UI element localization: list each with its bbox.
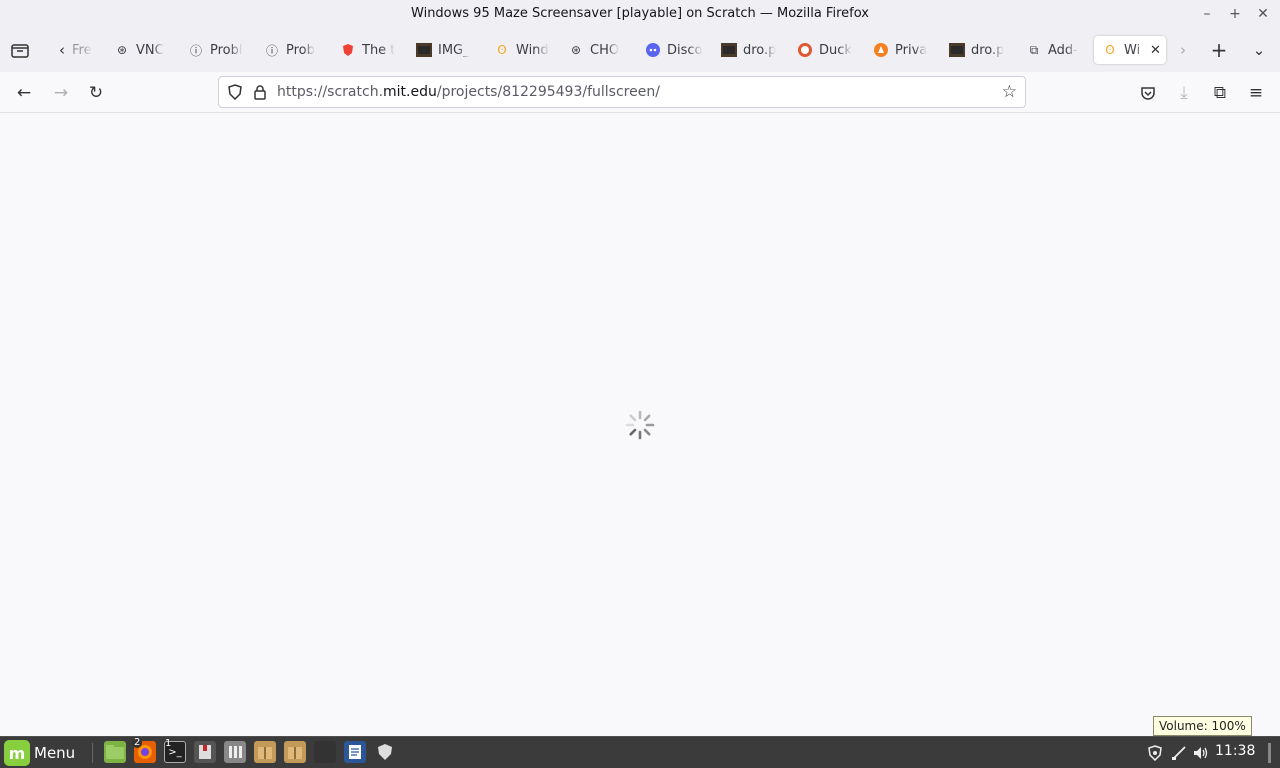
lock-icon[interactable] (253, 84, 267, 100)
tab-14-active[interactable]: ʘ Wi ✕ (1094, 36, 1166, 64)
blank-app-icon[interactable] (314, 741, 336, 763)
scratch-icon: ʘ (1105, 43, 1115, 57)
clock[interactable]: 11:38 (1215, 743, 1255, 759)
show-desktop-button[interactable] (1268, 743, 1271, 763)
image-icon (721, 42, 737, 58)
extensions-icon[interactable]: ⧉ (1209, 82, 1231, 104)
bookmark-star-icon[interactable]: ☆ (1002, 82, 1017, 102)
reload-icon[interactable]: ↻ (85, 82, 107, 104)
info-icon: ⓘ (265, 43, 278, 58)
downloads-icon[interactable]: ⤓ (1173, 82, 1195, 104)
tab-3[interactable]: ⓘ Prob (264, 36, 324, 64)
pocket-icon[interactable] (1137, 82, 1159, 104)
discord-icon (645, 42, 661, 58)
tab-label: dro.p (743, 42, 777, 58)
window-title: Windows 95 Maze Screensaver [playable] o… (411, 6, 869, 21)
document-viewer-icon[interactable] (344, 741, 366, 763)
privacy-icon (873, 42, 889, 58)
tab-label: Prob (286, 42, 315, 58)
firefox-icon[interactable]: 2 (132, 737, 156, 763)
tracking-protection-icon[interactable] (227, 84, 243, 100)
tab-5[interactable]: IMG_ (416, 36, 478, 64)
github-icon: ⊛ (116, 43, 128, 57)
loading-spinner-icon (625, 410, 655, 440)
tab-12[interactable]: dro.p (949, 36, 1009, 64)
tab-label: Wind (516, 42, 549, 58)
app-menu-icon[interactable]: ≡ (1245, 82, 1267, 104)
scratch-icon: ʘ (497, 43, 507, 57)
url-text: https://scratch.mit.edu/projects/8122954… (277, 84, 660, 100)
new-tab-icon[interactable]: + (1209, 38, 1229, 62)
back-icon[interactable]: ← (13, 82, 35, 104)
tab-label: The t (362, 42, 396, 58)
list-all-tabs-icon[interactable]: ⌄ (1249, 40, 1269, 60)
tab-0[interactable]: Fre (72, 36, 94, 64)
scroll-tabs-left-icon[interactable]: ‹ (52, 40, 72, 60)
tab-6[interactable]: ʘ Wind (494, 36, 554, 64)
tab-10[interactable]: Duck (797, 36, 857, 64)
info-icon: ⓘ (189, 43, 202, 58)
scroll-tabs-right-icon[interactable]: › (1173, 40, 1193, 60)
archive-manager-icon[interactable] (254, 741, 276, 763)
volume-tooltip: Volume: 100% (1153, 716, 1252, 736)
tab-8[interactable]: Disco (645, 36, 705, 64)
linux-mint-icon: m (4, 740, 30, 766)
text-editor-icon[interactable] (194, 741, 216, 763)
taskbar-separator (92, 743, 93, 763)
tab-label: VNC (136, 42, 164, 58)
taskbar: m Menu 2 1 >_ 11:38 (0, 736, 1280, 768)
menu-label: Menu (34, 744, 76, 762)
url-path: /projects/812295493/fullscreen/ (436, 84, 660, 100)
url-bar[interactable]: https://scratch.mit.edu/projects/8122954… (218, 76, 1026, 108)
mixer-icon[interactable] (224, 741, 246, 763)
github-icon: ⊛ (570, 43, 582, 57)
tab-label: CHO (590, 42, 620, 58)
firefox-view-icon[interactable] (10, 40, 30, 60)
close-icon[interactable]: ✕ (1253, 4, 1273, 24)
network-icon[interactable] (1169, 743, 1189, 763)
tab-close-icon[interactable]: ✕ (1150, 43, 1161, 58)
tab-label: IMG_ (438, 42, 470, 58)
tab-label: Probl (210, 42, 243, 58)
puzzle-icon: ⧉ (1029, 42, 1039, 57)
image-icon (416, 42, 432, 58)
tab-bar: ‹ Fre ⊛ VNC ⓘ Probl ⓘ Prob The t IMG_ ʘ … (0, 28, 1280, 72)
url-prefix: https://scratch. (277, 84, 384, 100)
minimize-icon[interactable]: – (1197, 4, 1217, 24)
url-domain: mit.edu (383, 84, 437, 100)
tab-13[interactable]: ⧉ Add- (1026, 36, 1084, 64)
tab-label: Fre (72, 42, 92, 58)
window-titlebar: Windows 95 Maze Screensaver [playable] o… (0, 0, 1280, 28)
page-content (0, 113, 1280, 736)
brave-shield-icon (340, 42, 356, 58)
tab-11[interactable]: Priva (873, 36, 933, 64)
tab-9[interactable]: dro.p (721, 36, 781, 64)
package-icon[interactable] (284, 741, 306, 763)
tab-7[interactable]: ⊛ CHO (568, 36, 628, 64)
start-menu-button[interactable]: m Menu (4, 740, 75, 766)
terminal-window-count-badge: 1 (165, 738, 172, 749)
tab-label: Wi (1124, 42, 1141, 58)
tab-label: Add- (1048, 42, 1078, 58)
image-icon (949, 42, 965, 58)
forward-icon[interactable]: → (50, 82, 72, 104)
tab-2[interactable]: ⓘ Probl (188, 36, 248, 64)
tab-label: Priva (895, 42, 928, 58)
terminal-icon[interactable]: 1 >_ (164, 738, 186, 763)
tab-label: Disco (667, 42, 703, 58)
tab-1[interactable]: ⊛ VNC (114, 36, 174, 64)
navigation-toolbar: ← → ↻ https://scratch.mit.edu/projects/8… (0, 72, 1280, 113)
file-manager-icon[interactable] (104, 741, 126, 763)
tab-label: dro.p (971, 42, 1005, 58)
duckduckgo-icon (797, 42, 813, 58)
vpn-shield-icon[interactable] (1145, 743, 1165, 763)
security-shield-icon[interactable] (374, 741, 396, 763)
volume-icon[interactable] (1191, 743, 1211, 763)
maximize-icon[interactable]: + (1225, 4, 1245, 24)
tab-4[interactable]: The t (340, 36, 400, 64)
tab-label: Duck (819, 42, 852, 58)
